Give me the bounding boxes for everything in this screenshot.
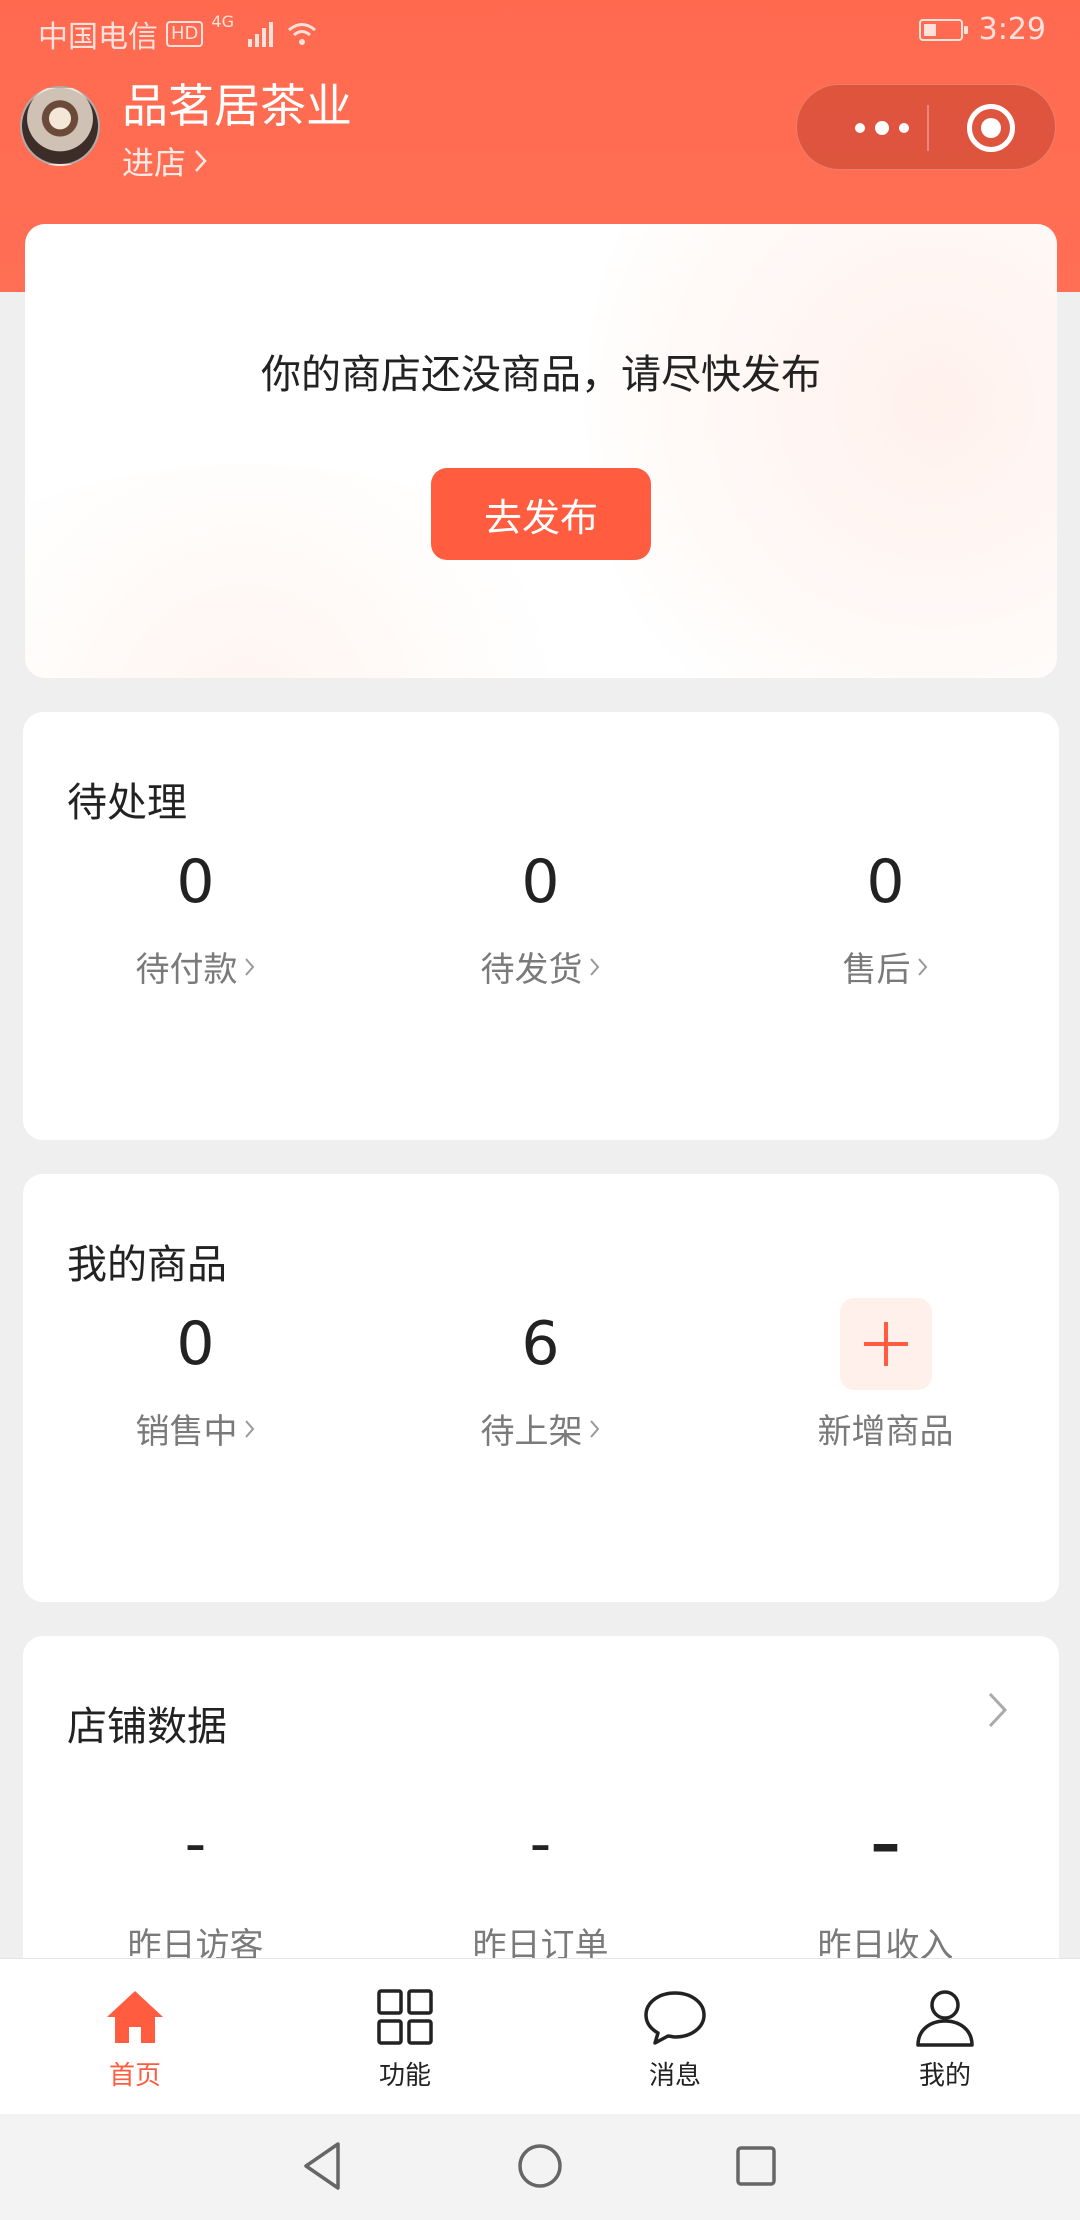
- chevron-right-icon: [244, 957, 254, 976]
- plus-icon: [839, 1298, 932, 1390]
- miniprogram-capsule: [796, 84, 1056, 170]
- tab-label: 我的: [918, 2061, 971, 2091]
- carrier-name: 中国电信: [38, 20, 158, 55]
- tab-mine[interactable]: 我的: [810, 1959, 1080, 2115]
- add-goods-label: 新增商品: [817, 1412, 954, 1452]
- recents-icon[interactable]: [734, 2140, 778, 2192]
- enter-shop-label: 进店: [122, 144, 187, 182]
- stat-value: 0: [866, 847, 905, 917]
- shop-name: 品茗居茶业: [122, 79, 352, 133]
- yesterday-revenue-stat: – 昨日收入: [713, 1804, 1058, 1967]
- empty-store-message: 你的商店还没商品，请尽快发布: [261, 352, 821, 398]
- user-icon: [916, 1990, 974, 2047]
- home-circle-icon[interactable]: [516, 2140, 564, 2192]
- system-navigation-bar: [0, 2114, 1080, 2220]
- chevron-right-icon: [589, 957, 599, 976]
- stat-label: 销售中: [135, 1412, 238, 1452]
- enter-shop-link[interactable]: 进店: [122, 138, 208, 184]
- stat-label: 待上架: [480, 1412, 583, 1452]
- hd-badge: HD: [166, 21, 204, 47]
- pending-payment-stat[interactable]: 0 待付款: [23, 842, 368, 991]
- on-sale-stat[interactable]: 0 销售中: [23, 1304, 368, 1453]
- stat-value: 0: [176, 847, 215, 917]
- tab-home[interactable]: 首页: [0, 1959, 270, 2115]
- tab-label: 消息: [648, 2061, 701, 2091]
- bottom-tab-bar: 首页 功能 消息 我的: [0, 1958, 1080, 2115]
- tab-label: 功能: [378, 2061, 431, 2091]
- chevron-right-icon: [589, 1419, 599, 1438]
- grid-icon: [377, 1989, 433, 2045]
- stat-value: 6: [521, 1309, 560, 1379]
- chevron-right-icon: [244, 1419, 254, 1438]
- stat-value: –: [870, 1809, 901, 1879]
- pending-shipment-stat[interactable]: 0 待发货: [368, 842, 713, 991]
- back-icon[interactable]: [300, 2140, 344, 2192]
- goods-title: 我的商品: [67, 1242, 227, 1288]
- publish-button[interactable]: 去发布: [431, 468, 651, 560]
- stat-label: 待付款: [135, 950, 238, 990]
- stat-value: 0: [521, 847, 560, 917]
- tab-functions[interactable]: 功能: [270, 1959, 540, 2115]
- pending-title: 待处理: [67, 780, 187, 826]
- my-goods-card: 我的商品 0 销售中 6 待上架 新增商品: [23, 1174, 1059, 1602]
- carrier-info: 中国电信 HD 4G: [38, 12, 317, 56]
- shop-data-title: 店铺数据: [67, 1704, 227, 1750]
- status-bar: 中国电信 HD 4G 3:29: [0, 0, 1080, 64]
- tab-messages[interactable]: 消息: [540, 1959, 810, 2115]
- publish-promo-card: 你的商店还没商品，请尽快发布 去发布: [25, 224, 1057, 678]
- message-icon: [644, 1991, 706, 2045]
- chevron-right-icon: [917, 957, 927, 976]
- stat-value: -: [184, 1809, 207, 1879]
- chevron-right-icon: [988, 1692, 1008, 1728]
- stat-label: 售后: [842, 950, 911, 990]
- capsule-divider: [927, 105, 929, 151]
- close-target-icon[interactable]: [967, 104, 1015, 152]
- tab-label: 首页: [108, 2061, 161, 2091]
- signal-icon: [247, 21, 273, 47]
- stat-value: 0: [176, 1309, 215, 1379]
- pending-card: 待处理 0 待付款 0 待发货 0 售后: [23, 712, 1059, 1140]
- wifi-icon: [288, 23, 316, 45]
- stat-label: 待发货: [480, 950, 583, 990]
- clock: 3:29: [978, 12, 1046, 47]
- shop-avatar[interactable]: [20, 86, 100, 166]
- more-icon[interactable]: [837, 85, 927, 171]
- battery-icon: [918, 18, 968, 41]
- home-icon: [107, 1991, 163, 2043]
- yesterday-visitors-stat: - 昨日访客: [23, 1804, 368, 1967]
- decor-swirl: [585, 224, 1057, 678]
- after-sales-stat[interactable]: 0 售后: [713, 842, 1058, 991]
- yesterday-orders-stat: - 昨日订单: [368, 1804, 713, 1967]
- add-goods-button[interactable]: 新增商品: [713, 1298, 1058, 1453]
- pending-listing-stat[interactable]: 6 待上架: [368, 1304, 713, 1453]
- chevron-right-icon: [195, 150, 207, 172]
- network-type: 4G: [211, 12, 234, 31]
- stat-value: -: [529, 1809, 552, 1879]
